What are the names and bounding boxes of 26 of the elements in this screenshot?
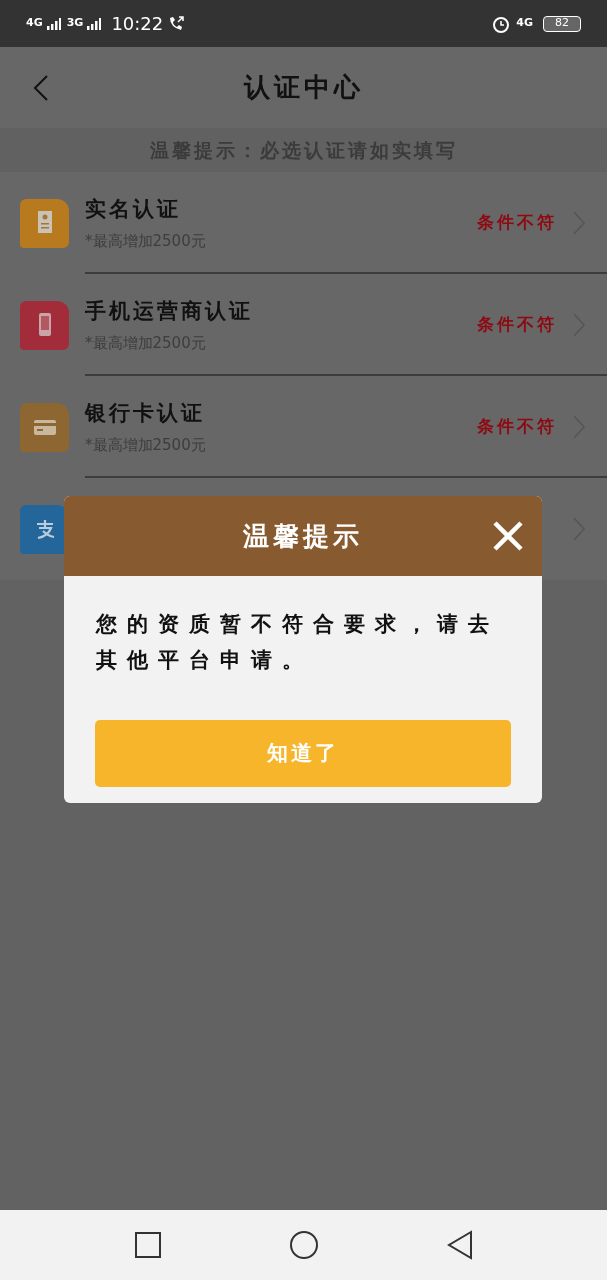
network-label: 3G [66, 15, 84, 32]
page-title: 认证中心 [243, 71, 364, 104]
status-text: 条件不符 [477, 211, 557, 235]
home-icon[interactable] [288, 1230, 319, 1260]
network-label: 4G [26, 15, 43, 32]
dialog-title: 温馨提示 [243, 519, 363, 553]
acknowledge-button[interactable]: 知道了 [95, 720, 511, 787]
close-icon[interactable] [492, 520, 524, 552]
battery-icon: 82 [543, 15, 581, 32]
item-title: 实名认证 [85, 196, 182, 223]
phone-call-icon [167, 14, 186, 33]
item-title: 银行卡认证 [85, 400, 206, 427]
alarm-icon [492, 14, 511, 33]
document-icon [20, 198, 69, 248]
item-title: 手机运营商认证 [85, 298, 254, 325]
dialog-message: 您的资质暂不符合要求，请去其他平台申请。 [94, 611, 500, 674]
status-text: 条件不符 [477, 313, 557, 337]
signal-icon [46, 17, 61, 30]
status-text: 条件不符 [477, 415, 557, 439]
phone-icon [20, 300, 69, 350]
card-icon [20, 402, 69, 452]
back-icon[interactable] [445, 1230, 474, 1260]
signal-icon [87, 17, 102, 30]
recents-icon[interactable] [133, 1231, 162, 1259]
network-label: 4G [516, 15, 533, 32]
clock: 10:22 [111, 12, 164, 36]
